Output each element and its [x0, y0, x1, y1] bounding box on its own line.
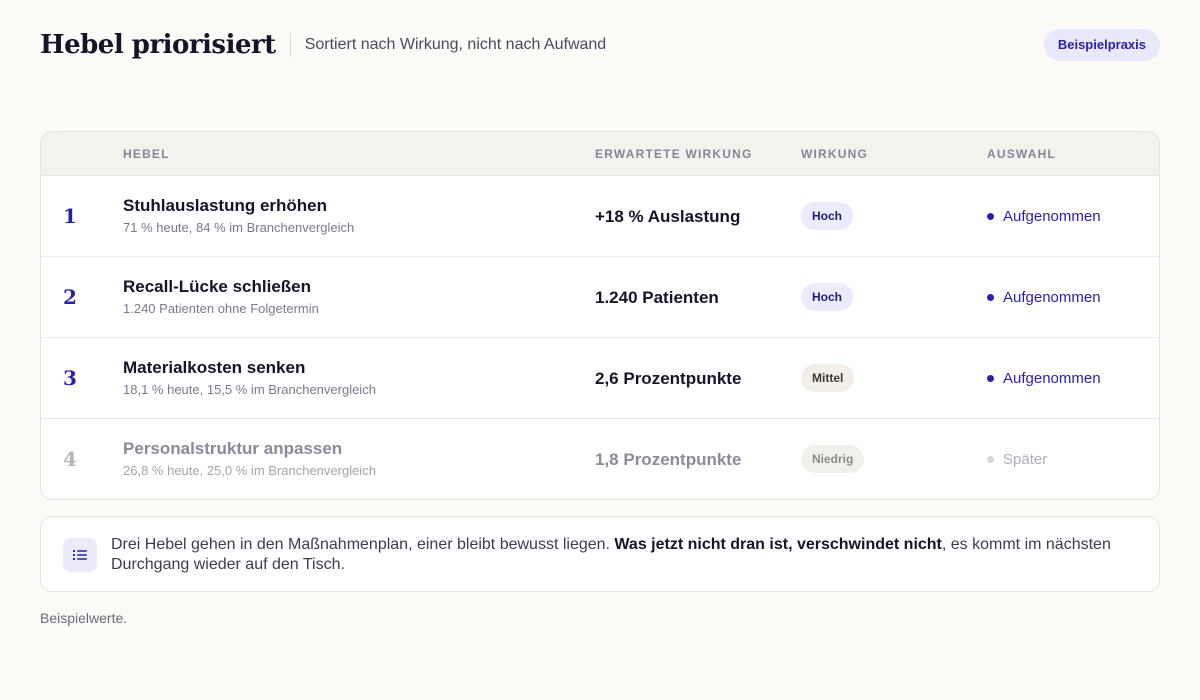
- lever-title: Personalstruktur anpassen: [123, 439, 343, 458]
- row-rank: 4: [63, 447, 77, 471]
- status-dot-icon: [987, 294, 994, 301]
- note-text: Drei Hebel gehen in den Maßnahmenplan, e…: [111, 535, 1135, 575]
- page-title: Hebel priorisiert: [40, 30, 276, 60]
- lever-cell: Materialkosten senken 18,1 % heute, 15,5…: [123, 358, 376, 397]
- table-row[interactable]: 3 Materialkosten senken 18,1 % heute, 15…: [41, 338, 1159, 419]
- column-header-effect: Erwartete Wirkung: [595, 147, 753, 161]
- status-dot-icon: [987, 213, 994, 220]
- lever-cell: Recall-Lücke schließen 1.240 Patienten o…: [123, 277, 319, 316]
- selection-status[interactable]: Später: [987, 419, 1048, 499]
- expected-effect: 2,6 Prozentpunkte: [595, 369, 742, 388]
- column-header-hebel: Hebel: [123, 147, 170, 161]
- selection-status[interactable]: Aufgenommen: [987, 257, 1101, 338]
- list-icon: [63, 538, 97, 572]
- expected-effect: 1,8 Prozentpunkte: [595, 450, 742, 469]
- note-text-emphasis: Was jetzt nicht dran ist, verschwindet n…: [614, 536, 942, 553]
- levers-table: Hebel Erwartete Wirkung Wirkung Auswahl …: [40, 131, 1160, 500]
- impact-badge: Hoch: [801, 202, 853, 230]
- table-row[interactable]: 2 Recall-Lücke schließen 1.240 Patienten…: [41, 257, 1159, 338]
- lever-title: Stuhlauslastung erhöhen: [123, 196, 328, 215]
- status-dot-icon: [987, 456, 994, 463]
- practice-badge: Beispielpraxis: [1043, 29, 1160, 61]
- table-header: Hebel Erwartete Wirkung Wirkung Auswahl: [41, 132, 1159, 176]
- row-rank: 1: [63, 204, 77, 228]
- row-rank: 3: [63, 366, 77, 390]
- lever-cell: Personalstruktur anpassen 26,8 % heute, …: [123, 439, 376, 478]
- note-text-start: Drei Hebel gehen in den Maßnahmenplan, e…: [111, 536, 615, 553]
- selection-label: Aufgenommen: [1003, 289, 1101, 306]
- header-divider: [289, 33, 291, 57]
- column-header-impact: Wirkung: [801, 147, 869, 161]
- lever-detail: 1.240 Patienten ohne Folgetermin: [123, 301, 319, 316]
- expected-effect: +18 % Auslastung: [595, 207, 741, 226]
- column-header-selection: Auswahl: [987, 147, 1057, 161]
- lever-detail: 18,1 % heute, 15,5 % im Branchenvergleic…: [123, 382, 376, 397]
- lever-title: Materialkosten senken: [123, 358, 306, 377]
- row-rank: 2: [63, 285, 77, 309]
- selection-label: Aufgenommen: [1003, 370, 1101, 387]
- lever-title: Recall-Lücke schließen: [123, 277, 312, 296]
- impact-badge: Niedrig: [801, 445, 865, 473]
- lever-detail: 71 % heute, 84 % im Branchenvergleich: [123, 220, 355, 235]
- selection-status[interactable]: Aufgenommen: [987, 176, 1101, 257]
- table-row[interactable]: 1 Stuhlauslastung erhöhen 71 % heute, 84…: [41, 176, 1159, 257]
- page-header: Hebel priorisiert Sortiert nach Wirkung,…: [40, 28, 1160, 62]
- page-subtitle: Sortiert nach Wirkung, nicht nach Aufwan…: [304, 36, 607, 53]
- selection-status[interactable]: Aufgenommen: [987, 338, 1101, 419]
- table-row[interactable]: 4 Personalstruktur anpassen 26,8 % heute…: [41, 419, 1159, 499]
- info-note: Drei Hebel gehen in den Maßnahmenplan, e…: [40, 516, 1160, 592]
- selection-label: Später: [1003, 451, 1048, 468]
- selection-label: Aufgenommen: [1003, 208, 1101, 225]
- lever-detail: 26,8 % heute, 25,0 % im Branchenvergleic…: [123, 463, 376, 478]
- footnote: Beispielwerte.: [40, 610, 128, 626]
- status-dot-icon: [987, 375, 994, 382]
- impact-badge: Mittel: [801, 364, 855, 392]
- impact-badge: Hoch: [801, 283, 853, 311]
- lever-cell: Stuhlauslastung erhöhen 71 % heute, 84 %…: [123, 196, 354, 235]
- expected-effect: 1.240 Patienten: [595, 288, 719, 307]
